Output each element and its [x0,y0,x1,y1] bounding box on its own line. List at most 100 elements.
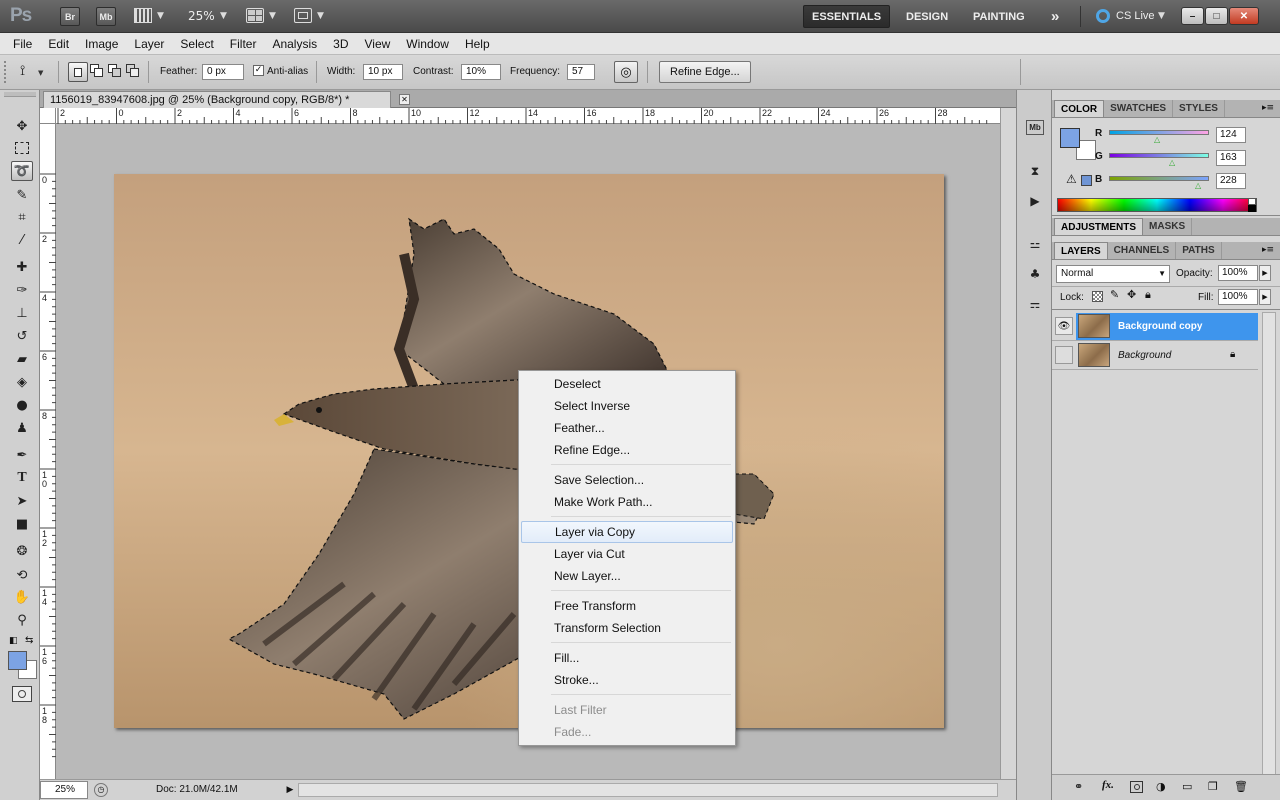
view-extras-icon[interactable] [134,8,152,23]
launch-bridge-button[interactable]: Br [60,7,80,26]
path-selection-tool-icon[interactable]: ➤ [11,491,33,511]
screen-mode-icon[interactable] [294,8,312,23]
layer-row-background[interactable]: Background 🔒︎ [1052,341,1258,370]
menu-item-new-layer[interactable]: New Layer... [521,565,733,587]
chevron-down-icon[interactable]: ▼ [1158,11,1165,21]
layer-row-background-copy[interactable]: 👁︎ Background copy [1052,312,1258,341]
crop-tool-icon[interactable]: ⌗ [11,207,33,227]
layer-visibility-toggle[interactable] [1055,346,1073,364]
tab-masks[interactable]: MASKS [1143,218,1193,235]
tab-color[interactable]: COLOR [1054,100,1105,117]
new-layer-icon[interactable]: ❐ [1208,780,1218,793]
menu-item-free-transform[interactable]: Free Transform [521,595,733,617]
horizontal-ruler[interactable]: 2 0 2 4 6 8 10 12 14 16 18 20 22 24 26 28 [56,108,1000,124]
gamut-color-swatch[interactable] [1081,175,1092,186]
new-group-icon[interactable]: ▭ [1182,780,1192,793]
healing-brush-tool-icon[interactable]: ✚ [11,257,33,277]
move-tool-icon[interactable]: ✥ [11,116,33,136]
red-slider-thumb[interactable]: △ [1154,135,1160,144]
panel-menu-icon[interactable]: ▸≡ [1262,245,1274,255]
menu-select[interactable]: Select [172,37,221,51]
menu-image[interactable]: Image [77,37,126,51]
menu-item-layer-via-copy[interactable]: Layer via Copy [521,521,733,543]
layer-name[interactable]: Background copy [1118,321,1202,332]
add-to-selection-icon[interactable] [90,64,104,78]
opacity-slider-arrow-icon[interactable]: ▶ [1259,265,1271,281]
blur-tool-icon[interactable]: ● [11,395,33,415]
cs-live-icon[interactable] [1096,9,1110,23]
menu-item-stroke[interactable]: Stroke... [521,669,733,691]
eraser-tool-icon[interactable]: ▰ [11,349,33,369]
blue-slider[interactable] [1109,176,1209,181]
layers-scrollbar[interactable] [1262,312,1276,782]
lasso-tool-icon[interactable]: ➰ [11,161,33,181]
dodge-tool-icon[interactable]: ♟ [11,418,33,438]
tab-styles[interactable]: STYLES [1173,100,1225,117]
chevron-down-icon[interactable]: ▼ [220,11,227,21]
color-ramp[interactable] [1057,198,1257,212]
swap-colors-icon[interactable]: ⇆ [25,635,33,646]
menu-item-fill[interactable]: Fill... [521,647,733,669]
close-button[interactable]: ✕ [1229,7,1259,25]
menu-item-feather[interactable]: Feather... [521,417,733,439]
menu-window[interactable]: Window [398,37,457,51]
blend-mode-select[interactable]: Normal ▼ [1056,265,1170,283]
menu-filter[interactable]: Filter [222,37,265,51]
layer-style-icon[interactable]: fx. [1102,779,1114,791]
clone-stamp-tool-icon[interactable]: ⊥ [11,303,33,323]
menu-view[interactable]: View [356,37,398,51]
status-menu-arrow-icon[interactable]: ▶ [284,782,296,798]
intersect-selection-icon[interactable] [126,64,140,78]
subtract-from-selection-icon[interactable] [108,64,122,78]
foreground-color-swatch[interactable] [1060,128,1080,148]
brush-tool-icon[interactable]: ✑ [11,280,33,300]
chevron-down-icon[interactable]: ▼ [269,11,276,21]
magnetic-lasso-preset-icon[interactable]: ⟟ [20,63,25,79]
type-tool-icon[interactable]: T [11,468,33,488]
contrast-input[interactable]: 10% [461,64,501,80]
menu-item-deselect[interactable]: Deselect [521,373,733,395]
green-slider[interactable] [1109,153,1209,158]
menu-item-transform-selection[interactable]: Transform Selection [521,617,733,639]
pen-tool-icon[interactable]: ✒ [11,445,33,465]
3d-rotate-tool-icon[interactable]: ❂ [11,541,33,561]
vertical-scrollbar[interactable] [1000,108,1016,779]
blue-value-input[interactable]: 228 [1216,173,1246,189]
zoom-tool-icon[interactable]: ⚲ [11,610,33,630]
lock-position-icon[interactable]: ✥ [1127,288,1136,301]
clone-source-icon[interactable]: ♣ [1025,265,1045,283]
menu-item-select-inverse[interactable]: Select Inverse [521,395,733,417]
menu-item-make-work-path[interactable]: Make Work Path... [521,491,733,513]
launch-mini-bridge-button[interactable]: Mb [96,7,116,26]
minimize-button[interactable]: – [1181,7,1204,25]
green-value-input[interactable]: 163 [1216,150,1246,166]
lock-transparency-icon[interactable] [1092,291,1103,302]
tab-layers[interactable]: LAYERS [1054,242,1108,259]
panel-menu-icon[interactable]: ▸≡ [1262,103,1274,113]
hand-tool-icon[interactable]: ✋ [11,587,33,607]
document-tab[interactable]: 1156019_83947608.jpg @ 25% (Background c… [43,91,410,108]
ruler-origin[interactable] [40,108,56,124]
lock-pixels-icon[interactable]: ✎ [1110,288,1119,301]
blue-slider-thumb[interactable]: △ [1195,181,1201,190]
menu-3d[interactable]: 3D [325,37,356,51]
zoom-level[interactable]: 25% [188,9,215,23]
delete-layer-icon[interactable]: 🗑︎ [1234,780,1248,793]
menu-layer[interactable]: Layer [126,37,172,51]
close-document-icon[interactable]: ✕ [399,94,410,105]
new-selection-icon[interactable] [68,62,88,82]
history-icon[interactable]: ⧗ [1025,162,1045,180]
anti-alias-checkbox[interactable]: ✓ [253,65,264,76]
menu-file[interactable]: File [5,37,40,51]
menu-edit[interactable]: Edit [40,37,77,51]
add-mask-icon[interactable] [1130,781,1143,793]
status-zoom-input[interactable]: 25% [40,781,88,799]
layer-visibility-eye-icon[interactable]: 👁︎ [1055,317,1073,335]
fill-slider-arrow-icon[interactable]: ▶ [1259,289,1271,305]
rectangle-tool-icon[interactable]: ■ [11,514,33,534]
quick-mask-icon[interactable] [12,686,32,702]
out-of-gamut-warning-icon[interactable]: ⚠ [1066,172,1077,186]
menu-item-save-selection[interactable]: Save Selection... [521,469,733,491]
tab-paths[interactable]: PATHS [1176,242,1222,259]
tablet-pressure-icon[interactable]: ◎ [614,61,638,83]
